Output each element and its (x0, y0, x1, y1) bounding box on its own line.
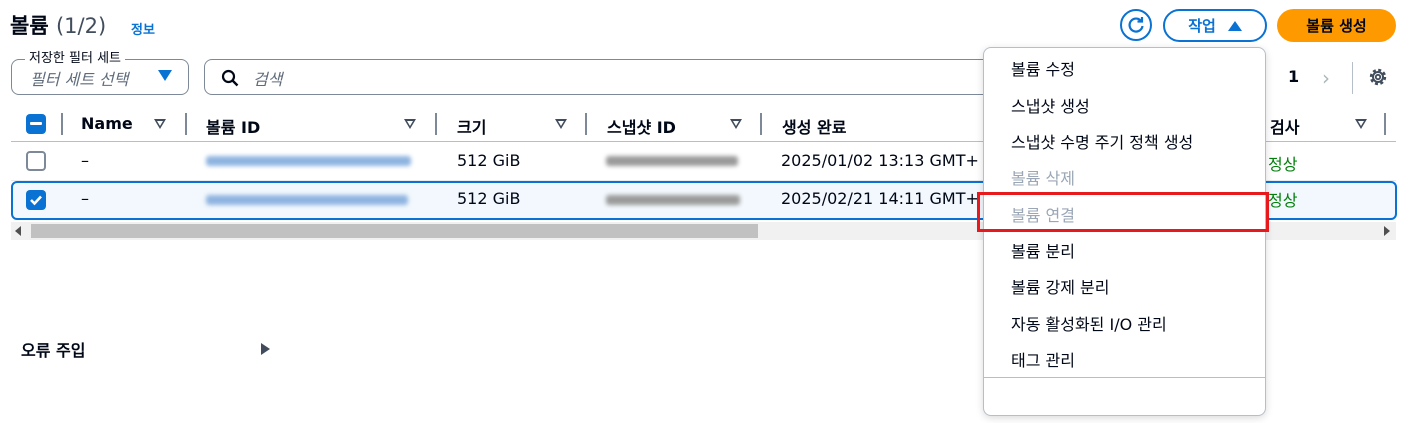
cell-created: 2025/01/02 13:13 GMT+ (781, 151, 979, 170)
highlight-box (977, 192, 1269, 232)
menu-item-delete-volume: 볼륨 삭제 (1011, 169, 1075, 188)
scroll-right-icon[interactable] (1384, 226, 1390, 236)
checkmark-icon (30, 195, 42, 206)
actions-button-label: 작업 (1188, 17, 1216, 35)
menu-item-manage-io[interactable]: 자동 활성화된 I/O 관리 (1011, 311, 1167, 335)
filter-set-label: 저장한 필터 세트 (25, 47, 125, 66)
column-divider[interactable] (760, 113, 762, 135)
menu-item-manage-tags[interactable]: 태그 관리 (1011, 347, 1075, 371)
filter-set-placeholder: 필터 세트 선택 (30, 70, 129, 89)
scrollbar-thumb[interactable] (31, 224, 758, 238)
column-divider[interactable] (1384, 113, 1386, 135)
settings-icon[interactable] (1367, 66, 1389, 88)
column-header-snapshot-id[interactable]: 스냅샷 ID (607, 114, 676, 138)
menu-group-fault-injection[interactable]: 오류 주입 (21, 337, 85, 361)
search-placeholder: 검색 (253, 70, 283, 89)
actions-button[interactable]: 작업 (1163, 9, 1267, 42)
toolbar-divider (1352, 62, 1353, 94)
page-title: 볼륨 (1/2) (10, 10, 106, 40)
column-divider (61, 113, 63, 135)
refresh-button[interactable] (1120, 9, 1152, 41)
sort-icon[interactable] (730, 119, 742, 129)
cell-volume-id-redacted[interactable] (206, 195, 408, 205)
search-icon (221, 69, 239, 87)
column-header-name[interactable]: Name (81, 114, 133, 133)
cell-snapshot-id-redacted[interactable] (606, 195, 740, 205)
refresh-icon (1128, 17, 1144, 33)
column-header-created[interactable]: 생성 완료 (782, 114, 846, 138)
search-input[interactable]: 검색 (204, 59, 994, 95)
menu-item-detach-volume[interactable]: 볼륨 분리 (1011, 238, 1075, 262)
menu-item-modify-volume[interactable]: 볼륨 수정 (1011, 56, 1075, 80)
page-title-text: 볼륨 (10, 14, 49, 38)
column-divider[interactable] (435, 113, 437, 135)
cell-size: 512 GiB (457, 189, 521, 208)
sort-icon[interactable] (1355, 119, 1367, 129)
cell-snapshot-id-redacted[interactable] (606, 156, 738, 166)
select-all-checkbox[interactable] (26, 114, 46, 134)
caret-up-icon (1227, 20, 1242, 31)
column-divider[interactable] (185, 113, 187, 135)
menu-item-force-detach[interactable]: 볼륨 강제 분리 (1011, 274, 1110, 298)
row-checkbox-checked[interactable] (26, 190, 46, 210)
cell-name: – (81, 151, 89, 170)
page-number[interactable]: 1 (1288, 67, 1299, 86)
menu-divider (984, 377, 1265, 378)
sort-icon[interactable] (555, 119, 567, 129)
column-header-check[interactable]: 검사 (1270, 114, 1299, 138)
column-divider[interactable] (585, 113, 587, 135)
menu-item-create-snapshot[interactable]: 스냅샷 생성 (1011, 93, 1090, 117)
selection-count: (1/2) (55, 14, 107, 38)
cell-name: – (81, 189, 89, 208)
cell-status: 정상 (1268, 191, 1298, 210)
create-volume-button[interactable]: 볼륨 생성 (1277, 9, 1396, 42)
row-checkbox[interactable] (26, 151, 46, 171)
chevron-right-icon[interactable]: › (1322, 66, 1330, 90)
cell-status: 정상 (1268, 155, 1298, 174)
cell-size: 512 GiB (457, 151, 521, 170)
caret-down-icon (158, 70, 172, 81)
scroll-left-icon[interactable] (15, 226, 21, 236)
column-header-volume-id[interactable]: 볼륨 ID (206, 114, 260, 138)
sort-icon[interactable] (404, 119, 416, 129)
column-header-size[interactable]: 크기 (457, 114, 486, 138)
submenu-arrow-icon (261, 343, 270, 355)
info-link[interactable]: 정보 (131, 19, 155, 38)
cell-created: 2025/02/21 14:11 GMT+ (781, 189, 979, 208)
menu-item-create-lifecycle-policy[interactable]: 스냅샷 수명 주기 정책 생성 (1011, 129, 1193, 153)
sort-icon[interactable] (154, 119, 166, 129)
cell-volume-id-redacted[interactable] (206, 156, 411, 166)
